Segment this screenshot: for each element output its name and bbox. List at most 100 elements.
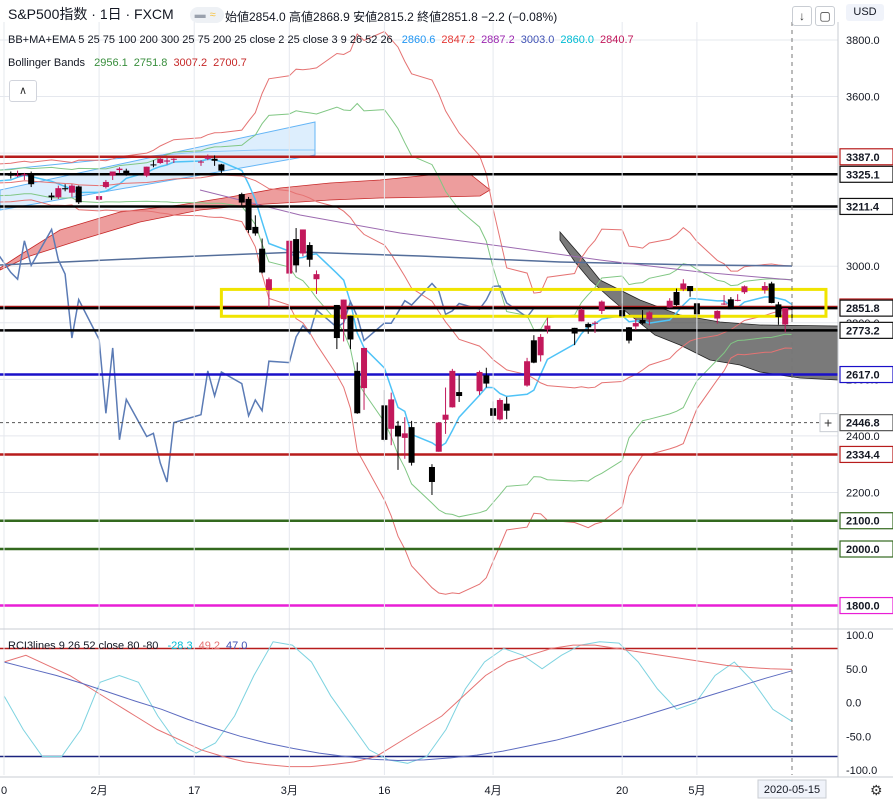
candle-body: [789, 307, 795, 309]
candle: [143, 166, 150, 178]
level-label: 2100.0: [839, 512, 893, 530]
candle-body: [361, 347, 368, 389]
candle: [666, 298, 673, 308]
indicator-legend[interactable]: BB+MA+EMA 5 25 75 100 200 300 25 75 200 …: [8, 34, 634, 46]
candle: [75, 185, 82, 205]
candle: [252, 215, 259, 236]
candle-body: [401, 433, 408, 438]
candle-body: [204, 157, 211, 159]
legend-value: 3007.2: [173, 57, 208, 69]
candle-body: [782, 308, 789, 325]
rci-tick-label: 50.0: [846, 664, 867, 676]
symbol-title[interactable]: S&P500指数 · 1日 · FXCM ▬ ≈: [8, 4, 232, 24]
candle: [333, 304, 340, 350]
fullscreen-icon[interactable]: ▢: [815, 6, 835, 26]
candle-body: [483, 375, 490, 384]
download-icon[interactable]: ↓: [792, 6, 812, 26]
candle: [687, 286, 694, 297]
candle-body: [62, 188, 69, 190]
candle: [571, 327, 578, 346]
candle-body: [55, 188, 62, 198]
price-chart-svg[interactable]: 3800.03600.03400.03200.03000.02800.02600…: [0, 0, 893, 805]
candle-body: [687, 286, 694, 292]
candle-body: [306, 245, 313, 260]
candle: [449, 368, 456, 408]
gear-icon[interactable]: ⚙: [870, 782, 883, 798]
candle-body: [721, 303, 728, 305]
candle: [7, 171, 14, 179]
candle-body: [592, 322, 598, 324]
candle-body: [714, 310, 721, 319]
candle-body: [245, 198, 252, 231]
legend-value: 2840.7: [600, 34, 634, 46]
bollinger-legend[interactable]: Bollinger Bands 2956.1 2751.8 3007.2 2700.7: [8, 57, 247, 69]
candle-body: [632, 323, 639, 327]
candle-body: [313, 274, 320, 280]
currency-badge[interactable]: USD: [846, 4, 884, 21]
time-tick-label: 3月: [281, 785, 298, 797]
candle-body: [496, 399, 503, 420]
cursor-date-label: 2020-05-15: [757, 779, 827, 799]
candle: [503, 396, 510, 420]
candle: [524, 357, 531, 387]
candle: [476, 370, 483, 395]
candle-body: [442, 414, 449, 420]
level-label-text: 2000.0: [846, 544, 880, 556]
candle-body: [646, 312, 653, 320]
candle-body: [116, 168, 123, 171]
rci-values: -28.3 49.2 47.0: [162, 640, 248, 652]
candle-body: [259, 248, 266, 273]
rci-legend[interactable]: RCI3lines 9 26 52 close 80 -80 -28.3 49.2…: [8, 640, 247, 652]
chevron-up-icon[interactable]: ∧: [9, 80, 37, 102]
legend-value: 2887.2: [481, 34, 515, 46]
rci-tick-label: 0.0: [846, 698, 861, 710]
candle-body: [157, 158, 164, 164]
candle-body: [598, 301, 605, 311]
candle-body: [238, 194, 245, 203]
chart-root[interactable]: 3800.03600.03400.03200.03000.02800.02600…: [0, 0, 893, 805]
legend-value: 2860.0: [560, 34, 595, 46]
ma200-line: [0, 251, 793, 267]
level-label-text: 3387.0: [846, 152, 880, 164]
candle-body: [578, 309, 585, 322]
candle-body: [75, 186, 82, 203]
level-label-text: 2617.0: [846, 370, 880, 382]
plus-icon-glyph: +: [824, 415, 832, 431]
candle-body: [456, 392, 463, 397]
candle-body: [395, 425, 401, 437]
toggle-pill[interactable]: ▬ ≈: [189, 7, 224, 24]
level-label: 3211.4: [839, 197, 893, 216]
symbol-label: S&P500指数 · 1日 · FXCM: [8, 6, 174, 22]
candle-body: [727, 299, 734, 310]
level-label: 2000.0: [839, 540, 893, 558]
plus-icon[interactable]: +: [819, 413, 839, 433]
price-tick-label: 3800.0: [846, 35, 880, 47]
main-pane: [0, 30, 838, 607]
legend-value: 2700.7: [213, 57, 247, 69]
time-tick-label: 5月: [688, 785, 705, 797]
candle-body: [102, 181, 109, 188]
candle-body: [741, 286, 748, 293]
candle-body: [265, 279, 272, 290]
level-label: 3387.0: [839, 148, 893, 166]
time-tick-label: 2月: [91, 785, 108, 797]
candle-body: [340, 299, 347, 320]
candle: [734, 294, 741, 302]
candle-body: [170, 158, 177, 160]
level-label-text: 2851.8: [846, 303, 880, 315]
candle-body: [537, 336, 544, 356]
rci-label: RCI3lines 9 26 52 close 80 -80: [8, 640, 159, 652]
level-label: 1800.0: [839, 596, 893, 615]
price-tick-label: 2200.0: [846, 487, 880, 499]
candle-body: [150, 164, 157, 166]
candle: [578, 308, 585, 322]
candle: [442, 387, 449, 434]
candle-body: [293, 239, 300, 266]
time-tick-label: 16: [378, 785, 390, 797]
level-label-text: 3325.1: [846, 169, 880, 181]
rci-tick-label: -50.0: [846, 731, 871, 743]
candle: [299, 229, 306, 257]
indicator-label: BB+MA+EMA 5 25 75 100 200 300 25 75 200 …: [8, 34, 393, 46]
candle-body: [14, 175, 21, 177]
candle-body: [571, 327, 578, 334]
